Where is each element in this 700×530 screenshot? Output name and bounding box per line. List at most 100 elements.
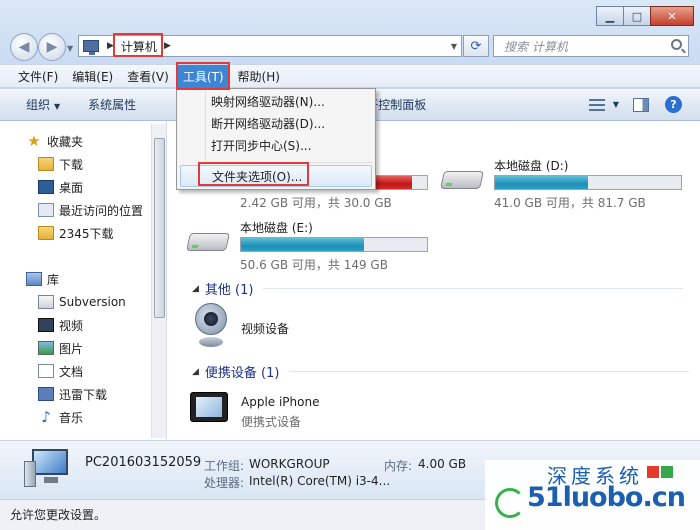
refresh-button[interactable]: ⟳: [463, 35, 489, 57]
nav-videos[interactable]: 视频: [38, 314, 83, 336]
help-icon[interactable]: ?: [665, 96, 682, 113]
chevron-down-icon: ▼: [54, 102, 61, 111]
nav-downloads[interactable]: 下载: [38, 153, 83, 175]
collapse-icon[interactable]: ◢: [192, 367, 199, 377]
nav-favorites[interactable]: ★ 收藏夹: [26, 130, 83, 152]
logo-square-icon: [647, 466, 659, 478]
watermark-logo: 深度系统 51luobo.cn: [485, 460, 700, 530]
view-options-icon[interactable]: [588, 98, 605, 111]
history-dropdown-icon[interactable]: ▼: [67, 44, 73, 53]
chevron-right-icon[interactable]: ▶: [164, 41, 171, 51]
device-type: 便携式设备: [241, 415, 302, 429]
chevron-down-icon[interactable]: ▼: [613, 100, 619, 109]
hard-drive-icon: [440, 163, 484, 191]
minimize-button[interactable]: ▁: [596, 6, 624, 26]
address-bar[interactable]: ▶ 计算机 ▶ ▼: [78, 35, 462, 57]
nav-label: 最近访问的位置: [59, 203, 144, 218]
desktop-icon: [38, 180, 54, 194]
organize-button[interactable]: 组织 ▼: [26, 96, 60, 113]
subversion-icon: [38, 295, 54, 309]
drive-usage-fill: [495, 176, 588, 189]
menu-item-map-drive[interactable]: 映射网络驱动器(N)...: [211, 91, 325, 113]
portable-device-icon[interactable]: [190, 392, 228, 422]
group-header-portable[interactable]: ◢ 便携设备 (1): [192, 362, 690, 381]
menu-separator: [207, 162, 373, 163]
menu-edit[interactable]: 编辑(E): [66, 65, 119, 88]
drive-e[interactable]: 本地磁盘 (E:) 50.6 GB 可用，共 149 GB: [186, 219, 438, 272]
group-divider: [263, 288, 684, 289]
star-icon: ★: [27, 132, 41, 150]
video-library-icon: [38, 318, 54, 332]
nav-music[interactable]: ♪ 音乐: [38, 406, 83, 428]
library-icon: [26, 272, 42, 286]
system-properties-button[interactable]: 系统属性: [88, 96, 136, 113]
memory-value: 4.00 GB: [418, 457, 467, 471]
nav-label: 2345下载: [59, 226, 114, 241]
folder-icon: [38, 157, 54, 171]
computer-icon: [24, 449, 70, 489]
nav-documents[interactable]: 文档: [38, 360, 83, 382]
download-folder-icon: [38, 387, 54, 401]
menu-tools[interactable]: 工具(T): [176, 64, 230, 88]
music-icon: ♪: [41, 408, 51, 426]
logo-square-icon: [661, 466, 673, 478]
group-header-other[interactable]: ◢ 其他 (1): [192, 279, 684, 298]
pc-name: PC201603152059: [85, 455, 202, 470]
cpu-label: 处理器:: [204, 476, 245, 490]
menu-item-disconnect-drive[interactable]: 断开网络驱动器(D)...: [211, 113, 325, 135]
back-button[interactable]: ◀: [10, 33, 38, 61]
maximize-button[interactable]: □: [623, 6, 651, 26]
recent-places-icon: [38, 203, 54, 217]
chevron-right-icon[interactable]: ▶: [107, 41, 114, 51]
scrollbar-thumb[interactable]: [154, 138, 165, 318]
nav-label: 收藏夹: [47, 134, 84, 149]
arrow-right-icon: ▶: [46, 39, 58, 55]
forward-button[interactable]: ▶: [38, 33, 66, 61]
collapse-icon[interactable]: ◢: [192, 284, 199, 294]
refresh-icon: ⟳: [470, 38, 482, 54]
nav-libraries[interactable]: 库: [26, 268, 59, 290]
group-divider: [289, 371, 690, 372]
address-dropdown-icon[interactable]: ▼: [451, 42, 457, 51]
folder-icon: [38, 226, 54, 240]
nav-2345-downloads[interactable]: 2345下载: [38, 222, 114, 244]
nav-desktop[interactable]: 桌面: [38, 176, 83, 198]
menu-item-folder-options[interactable]: 文件夹选项(O)...: [180, 165, 372, 187]
drive-size: 50.6 GB 可用，共 149 GB: [240, 258, 388, 272]
nav-label: Subversion: [59, 295, 126, 309]
menu-view[interactable]: 查看(V): [121, 65, 175, 88]
cpu-value: Intel(R) Core(TM) i3-4...: [249, 474, 391, 488]
menu-help[interactable]: 帮助(H): [232, 65, 286, 88]
computer-icon: [83, 40, 99, 55]
webcam-icon[interactable]: [193, 303, 229, 349]
navigation-pane: ★ 收藏夹 下载 桌面 最近访问的位置 2345下载 库 Subversion 视…: [0, 121, 167, 440]
workgroup-value: WORKGROUP: [249, 457, 330, 471]
nav-label: 视频: [59, 318, 84, 333]
close-button[interactable]: ✕: [650, 6, 694, 26]
nav-recent[interactable]: 最近访问的位置: [38, 199, 143, 221]
device-name-iphone[interactable]: Apple iPhone: [241, 395, 319, 409]
preview-pane-icon[interactable]: [633, 97, 649, 112]
document-library-icon: [38, 364, 54, 378]
menu-item-sync-center[interactable]: 打开同步中心(S)...: [211, 135, 311, 157]
nav-subversion[interactable]: Subversion: [38, 291, 126, 313]
picture-library-icon: [38, 341, 54, 355]
logo-swoosh-icon: [495, 488, 525, 518]
group-label: 其他 (1): [204, 283, 254, 298]
drive-d[interactable]: 本地磁盘 (D:) 41.0 GB 可用，共 81.7 GB: [440, 157, 692, 210]
device-name-video[interactable]: 视频设备: [241, 320, 289, 337]
drive-size: 41.0 GB 可用，共 81.7 GB: [494, 196, 646, 210]
nav-pictures[interactable]: 图片: [38, 337, 83, 359]
memory-label: 内存:: [384, 459, 413, 473]
drive-size: 2.42 GB 可用，共 30.0 GB: [240, 196, 392, 210]
nav-label: 桌面: [59, 180, 84, 195]
breadcrumb-computer[interactable]: 计算机: [118, 37, 160, 56]
nav-scrollbar[interactable]: [151, 124, 166, 438]
nav-xunlei[interactable]: 迅雷下载: [38, 383, 107, 405]
search-placeholder: 搜索 计算机: [504, 39, 568, 54]
search-icon[interactable]: [671, 39, 682, 50]
search-input[interactable]: 搜索 计算机: [493, 35, 689, 57]
menu-file[interactable]: 文件(F): [12, 65, 64, 88]
view-controls: ▼ ?: [588, 89, 700, 120]
watermark-main-text: 51luobo.cn: [527, 482, 686, 513]
